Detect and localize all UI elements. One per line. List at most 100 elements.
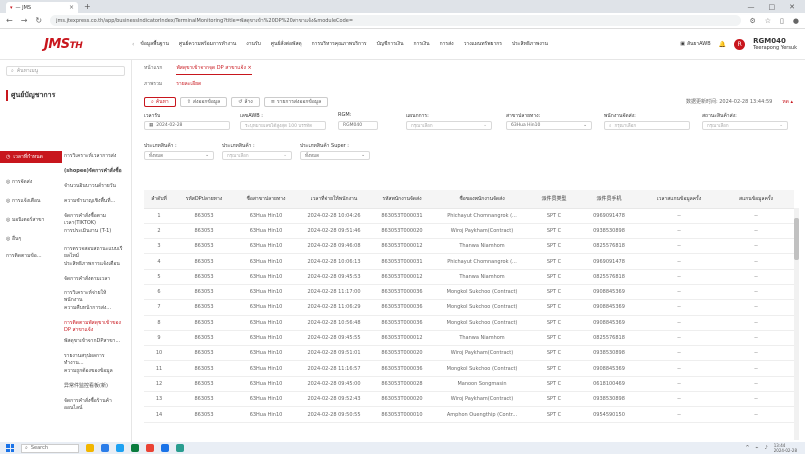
table-row[interactable]: 7 863053 63Hua Hin10 2024-02-28 11:06:29 863… [144,299,794,316]
sidebar-subitem[interactable]: จัดการคำสั่งซื้อตามเวลา(TIKTOK) [64,213,124,227]
column-header[interactable]: รหัสพนักงานจัดส่ง [370,190,434,209]
sidebar-subitem[interactable]: ความคืบหน้าการส่ง... [64,305,124,312]
sidepanel-icon[interactable]: ▯ [780,17,784,25]
type-select[interactable]: ทั้งหมด ⌄ [144,151,214,160]
url-field[interactable]: jms.jtexpress.co.th/app/businessIndicato… [50,15,742,26]
table-row[interactable]: 8 863053 63Hua Hin10 2024-02-28 10:56:48 863… [144,315,794,331]
column-header[interactable]: 派件员手机 [578,190,640,209]
reload-icon[interactable]: ↻ [35,16,42,25]
reset-button[interactable]: ↺ ล้าง [231,97,260,107]
top-menu-item[interactable]: การเงิน [414,40,430,48]
ai-awb-button[interactable]: ▣ สันยาAWB [680,40,710,48]
table-row[interactable]: 4 863053 63Hua Hin10 2024-02-28 10:06:13 863… [144,253,794,270]
tab-detail[interactable]: รายละเอียด [176,80,201,88]
sidebar-subitem[interactable]: พัสดุขาเข้าจากDPสาขา... [64,338,124,345]
sidebar-item-delivery[interactable]: ◎ การจัดส่ง [6,179,32,186]
extension-icon[interactable]: ⚙ [749,17,755,25]
table-row[interactable]: 3 863053 63Hua Hin10 2024-02-28 09:46:08 863… [144,238,794,255]
column-header[interactable]: ลำดับที่ [144,190,174,209]
table-row[interactable]: 11 863053 63Hua Hin10 2024-02-28 11:16:57 86… [144,360,794,377]
sidebar-subitem[interactable]: รายงานสรุปผลการทำงาน... [64,353,124,367]
category-select[interactable]: กรุณาเลือก ⌄ [222,151,292,160]
sidebar-subitem[interactable]: จัดการคำสั่งซื้อร้านค้าออนไลน์ [64,398,124,412]
table-row[interactable]: 5 863053 63Hua Hin10 2024-02-28 09:45:53 863… [144,269,794,285]
tab-dp-monitor[interactable]: พัสดุขาเข้าจากจุด DP สาขาแจ้ง × [176,64,252,75]
column-header[interactable]: สแกนข้อมูลครั้ง [718,190,794,209]
app-icon[interactable] [161,444,169,452]
edge-icon[interactable] [116,444,124,452]
column-header[interactable]: เวลาสแกนข้อมูลครั้ง [640,190,718,209]
taskbar-search[interactable]: ⌕ Search [21,443,79,453]
tab-overview[interactable]: ภาพรวม [144,80,162,88]
sidebar-item-alerts[interactable]: ◎ การแจ้งเตือน [6,198,40,205]
sidebar-subitem-active[interactable]: การติดตามพัสดุขาเข้าของ DP สาขาแจ้ง [64,320,124,334]
sidebar-subitem[interactable]: จัดการคำสั่งตามเวลา [64,276,124,283]
column-header[interactable]: รหัสDPปลายทาง [174,190,234,209]
table-row[interactable]: 13 863053 63Hua Hin10 2024-02-28 09:52:43 86… [144,391,794,408]
table-row[interactable]: 12 863053 63Hua Hin10 2024-02-28 09:45:00 86… [144,376,794,393]
staff-select[interactable]: ⌕ กรุณาเลือก [604,121,690,130]
column-header[interactable]: 派件员类型 [530,190,578,209]
sidebar-subitem[interactable]: การประเมินงาน (T-1) [64,228,124,235]
back-icon[interactable]: ← [6,16,13,25]
top-menu-item[interactable]: การบริหารคุณภาพบริการ [312,40,367,48]
avatar[interactable]: R [734,38,746,50]
tab-home[interactable]: หน้าแรก [144,64,162,75]
table-scrollbar[interactable] [794,208,799,440]
sidebar-subitem[interactable]: การวิเคราะห์เวลาการส่ง [64,153,124,160]
clock[interactable]: 13:44 2024-02-28 [774,443,797,453]
user-info[interactable]: RGM040 Teerapong Yersuk [753,37,797,51]
scrollbar-thumb[interactable] [794,218,799,260]
top-menu-item[interactable]: วางแผนทรัพยากร [464,40,502,48]
date-input[interactable]: ▦ 2024-02-28 [144,121,230,130]
mail-icon[interactable] [101,444,109,452]
sidebar-item-other[interactable]: ◎ อื่นๆ [6,236,21,243]
sidebar-subitem[interactable]: จำนวนอินบาวนด์รายวัน [64,183,124,190]
new-tab-button[interactable]: + [84,2,91,11]
close-tab-icon[interactable]: × [69,4,74,11]
export-list-button[interactable]: ≡ รายการส่งออกข้อมูล [263,97,329,107]
column-header[interactable]: ชื่อสาขาปลายทาง [234,190,298,209]
sidebar-subitem[interactable]: การตรวจสอบสถานะแบบเรียลไทม์ [64,246,124,260]
windows-start-icon[interactable] [6,444,14,452]
export-button[interactable]: ⇪ ส่งออกข้อมูล [179,97,228,107]
top-menu-item[interactable]: ประสิทธิภาพงาน [512,40,548,48]
sidebar-item-branch-monitor[interactable]: ◎ มอนิเตอร์สาขา [6,217,60,224]
search-button[interactable]: ⌕ ค้นหา [144,97,176,107]
app-icon[interactable] [176,444,184,452]
sidebar-subitem[interactable]: การวิเคราะห์จ่ายให้พนักงาน [64,290,124,304]
browser-tab[interactable]: ▾ — JMS × [6,2,78,13]
table-row[interactable]: 10 863053 63Hua Hin10 2024-02-28 09:51:01 86… [144,345,794,362]
network-icon[interactable]: ⌁ [756,445,759,451]
region-select[interactable]: กรุณาเลือก ⌄ [406,121,492,130]
forward-icon[interactable]: → [21,16,28,25]
profile-icon[interactable]: ● [793,17,799,25]
minimize-button[interactable]: — [748,3,755,11]
sidebar-subitem[interactable]: ความถูกต้องของข้อมูล [64,368,124,375]
top-menu-item[interactable]: บัญชีการเงิน [377,40,404,48]
top-menu-item[interactable]: ข้อมูลพื้นฐาน [140,40,168,48]
sidebar-item-tracking[interactable]: การติดตามข้อ... [6,253,60,260]
sidebar-item-scheduled[interactable]: ◷ เวลาที่กำหนด [0,151,62,163]
file-explorer-icon[interactable] [86,444,94,452]
maximize-button[interactable]: □ [769,3,776,11]
sidebar-subitem[interactable]: 异常件监控看板(新) [64,383,124,390]
table-row[interactable]: 9 863053 63Hua Hin10 2024-02-28 09:45:55 863… [144,330,794,347]
close-window-button[interactable]: ✕ [789,3,795,11]
top-menu-item[interactable]: ศูนย์ความพร้อมการทำงาน [179,40,236,48]
volume-icon[interactable]: ♪ [765,445,768,451]
table-row[interactable]: 14 863053 63Hua Hin10 2024-02-28 09:50:55 86… [144,406,794,423]
table-row[interactable]: 1 863053 63Hua Hin10 2024-02-28 10:04:26 863… [144,208,794,224]
excel-icon[interactable] [131,444,139,452]
menu-search-input[interactable]: ⌕ ค้นหาเมนู [6,66,125,76]
rgm-input[interactable]: RGM040 [338,121,378,130]
sidebar-subitem[interactable]: (shopee)จัดการคำสั่งซื้อ [64,168,124,175]
sidebar-subitem[interactable]: ความชำนาญเชิงพื้นที่... [64,198,124,205]
column-header[interactable]: เวลาที่จ่ายให้พนักงาน [298,190,370,209]
super-select[interactable]: ทั้งหมด ⌄ [300,151,370,160]
table-row[interactable]: 6 863053 63Hua Hin10 2024-02-28 11:17:00 863… [144,284,794,301]
status-select[interactable]: กรุณาเลือก ⌄ [702,121,788,130]
chrome-icon[interactable] [146,444,154,452]
top-menu-item[interactable]: การส่ง [440,40,454,48]
collapse-filters-link[interactable]: หด ▴ [782,98,793,106]
